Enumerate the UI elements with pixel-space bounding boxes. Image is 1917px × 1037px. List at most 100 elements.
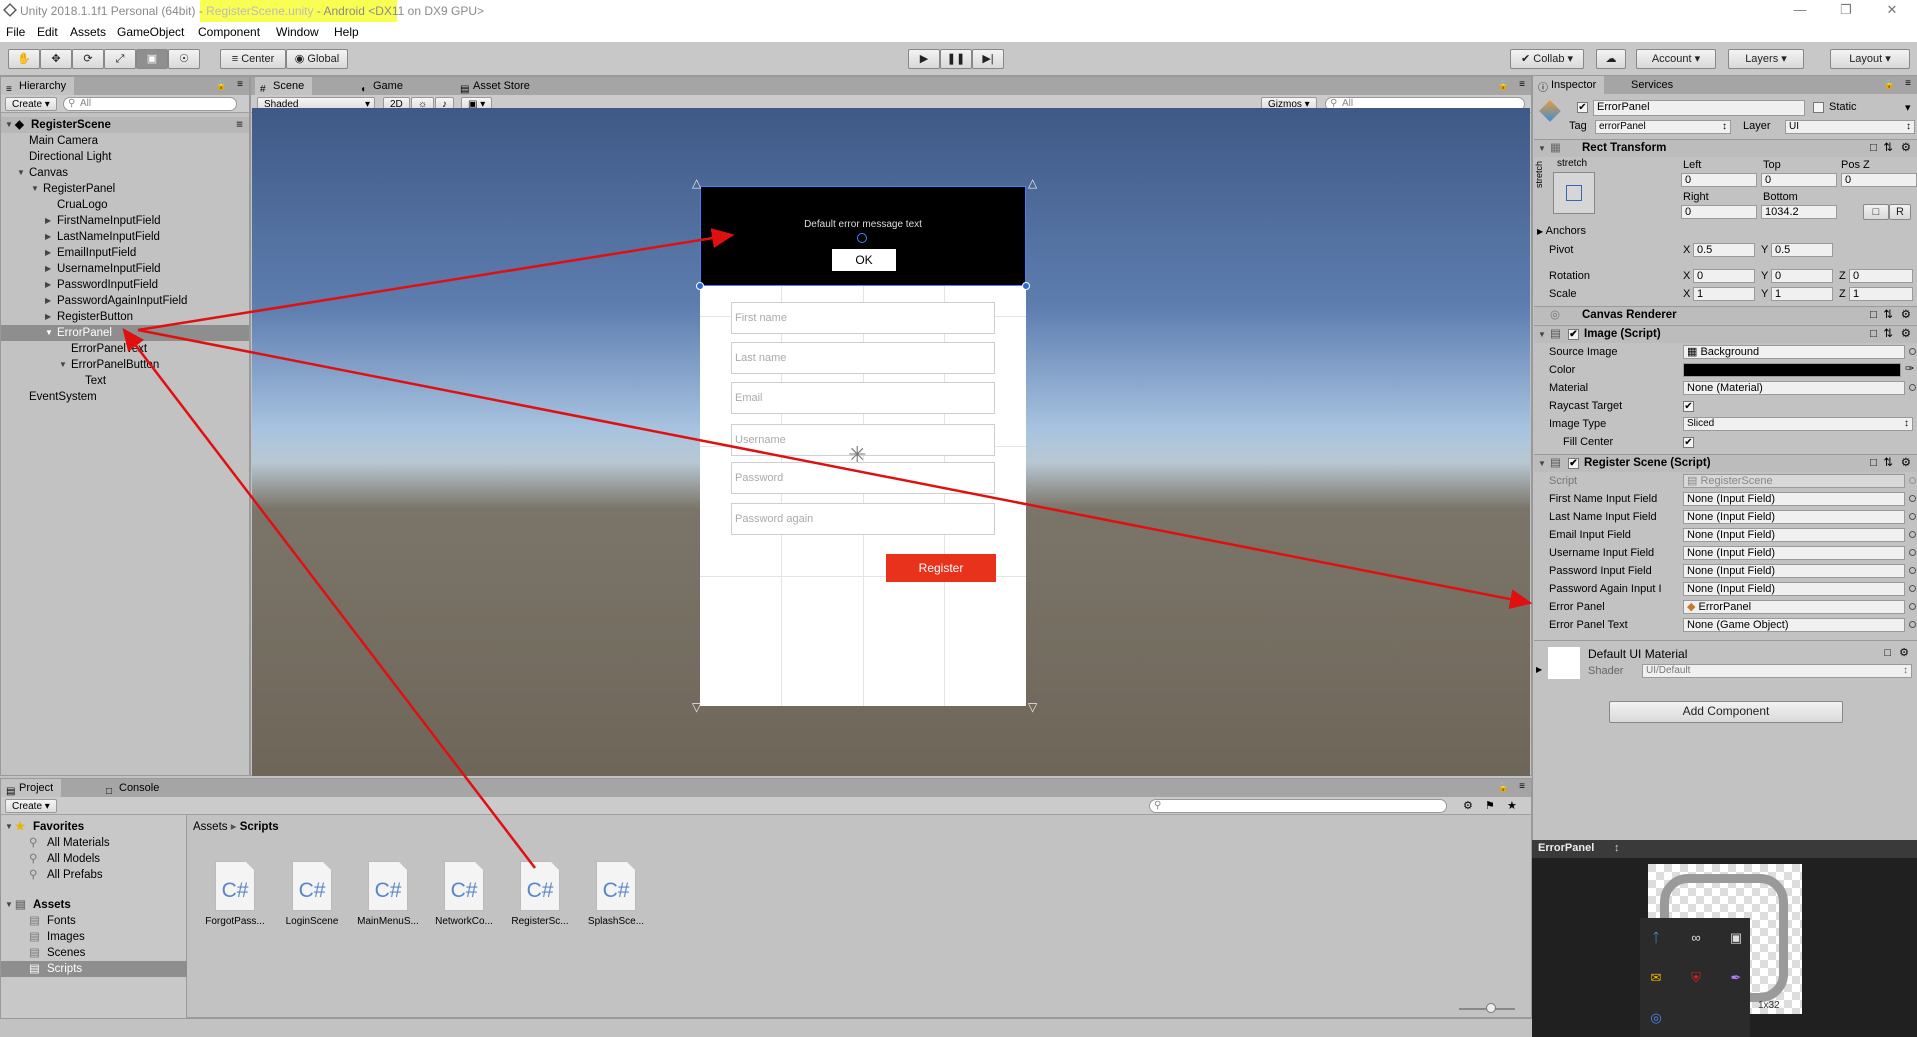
- space-global-toggle[interactable]: ◉ Global: [286, 49, 348, 69]
- menu-assets[interactable]: Assets: [70, 25, 106, 39]
- gear-icon[interactable]: ⚙: [1901, 140, 1911, 157]
- object-picker-icon[interactable]: [1909, 585, 1916, 592]
- rotate-tool-icon[interactable]: ⟳: [72, 49, 104, 69]
- ui-canvas[interactable]: Default error message text OK First name…: [700, 186, 1026, 706]
- hierarchy-item[interactable]: ▶ PasswordAgainInputField: [1, 293, 249, 309]
- expand-triangle-icon[interactable]: ▼: [5, 897, 13, 913]
- left-field[interactable]: 0: [1681, 173, 1757, 187]
- register-script-header[interactable]: ▼ ▤ ✔ Register Scene (Script) □ ⇅ ⚙: [1534, 454, 1917, 472]
- first-name-input[interactable]: First name: [731, 302, 995, 334]
- hierarchy-item[interactable]: Text: [1, 373, 249, 389]
- posz-field[interactable]: 0: [1841, 173, 1917, 187]
- last-name-input[interactable]: Last name: [731, 342, 995, 374]
- source-image-field[interactable]: ▦ Background: [1683, 345, 1905, 359]
- layout-dropdown[interactable]: Layout ▾: [1830, 49, 1910, 69]
- anchor-icon[interactable]: ▽: [692, 700, 701, 714]
- hierarchy-item[interactable]: ErrorPanelText: [1, 341, 249, 357]
- folder-item[interactable]: ▤ Scenes: [1, 945, 187, 961]
- preset-icon[interactable]: ⇅: [1883, 140, 1893, 157]
- transform-tool-icon[interactable]: ☉: [168, 49, 200, 69]
- color-field[interactable]: [1683, 363, 1901, 377]
- email-input[interactable]: Email: [731, 382, 995, 414]
- active-checkbox[interactable]: ✔: [1577, 102, 1588, 113]
- menu-file[interactable]: File: [6, 25, 25, 39]
- collapse-triangle-icon[interactable]: ▶: [45, 309, 51, 325]
- hierarchy-item[interactable]: ▶ FirstNameInputField: [1, 213, 249, 229]
- hierarchy-item[interactable]: ▼ ErrorPanelButton: [1, 357, 249, 373]
- layer-dropdown[interactable]: UI ↕: [1785, 120, 1915, 134]
- favorite-item[interactable]: ⚲ All Materials: [1, 835, 187, 851]
- right-field[interactable]: 0: [1681, 205, 1757, 219]
- pivot-x-field[interactable]: 0.5: [1693, 243, 1755, 257]
- expand-triangle-icon[interactable]: ▼: [45, 325, 53, 341]
- filter-type-icon[interactable]: ⚙: [1463, 799, 1473, 812]
- object-picker-icon[interactable]: [1909, 513, 1916, 520]
- first-name-input-ref[interactable]: None (Input Field): [1683, 492, 1905, 506]
- add-component-button[interactable]: Add Component: [1609, 701, 1843, 723]
- image-enabled-checkbox[interactable]: ✔: [1568, 329, 1579, 340]
- collapse-triangle-icon[interactable]: ▶: [45, 277, 51, 293]
- last-name-input-ref[interactable]: None (Input Field): [1683, 510, 1905, 524]
- help-icon[interactable]: □: [1870, 307, 1877, 324]
- expand-triangle-icon[interactable]: ▼: [5, 117, 13, 133]
- object-picker-icon[interactable]: [1909, 567, 1916, 574]
- scene-menu-icon[interactable]: ≡: [236, 117, 243, 133]
- preset-icon[interactable]: ⇅: [1883, 455, 1893, 472]
- object-picker-icon[interactable]: [1909, 603, 1916, 610]
- hierarchy-item[interactable]: ▼ Canvas: [1, 165, 249, 181]
- tab-scene[interactable]: # Scene: [255, 77, 313, 95]
- error-panel-text-ref[interactable]: None (Game Object): [1683, 618, 1905, 632]
- script-asset[interactable]: C# SplashSce...: [583, 861, 649, 927]
- username-input-ref[interactable]: None (Input Field): [1683, 546, 1905, 560]
- shader-dropdown[interactable]: UI/Default ↕: [1642, 664, 1912, 678]
- rect-handle-icon[interactable]: [1022, 282, 1030, 290]
- static-checkbox[interactable]: [1813, 102, 1824, 113]
- object-picker-icon[interactable]: [1909, 348, 1916, 355]
- preview-header[interactable]: ErrorPanel ↕: [1532, 840, 1917, 858]
- tab-services[interactable]: Services: [1623, 76, 1682, 94]
- move-tool-icon[interactable]: ✥: [40, 49, 72, 69]
- hierarchy-item[interactable]: ▶ LastNameInputField: [1, 229, 249, 245]
- lock-icon[interactable]: 🔒: [1884, 79, 1895, 90]
- collapse-triangle-icon[interactable]: ▶: [45, 229, 51, 245]
- breadcrumb-current[interactable]: Scripts: [240, 821, 279, 833]
- maximize-button[interactable]: ❐: [1831, 2, 1861, 20]
- panel-menu-icon[interactable]: ≡: [1905, 78, 1911, 89]
- object-name-field[interactable]: ErrorPanel: [1593, 100, 1805, 116]
- hierarchy-search-input[interactable]: ⚲ All: [63, 97, 237, 111]
- pivot-handle-icon[interactable]: [857, 233, 867, 243]
- static-dropdown-icon[interactable]: ▾: [1905, 101, 1911, 114]
- collapse-triangle-icon[interactable]: ▶: [45, 245, 51, 261]
- folder-item[interactable]: ▤ Images: [1, 929, 187, 945]
- favorite-item[interactable]: ⚲ All Models: [1, 851, 187, 867]
- cloud-icon[interactable]: ☁: [1596, 49, 1626, 69]
- raycast-checkbox[interactable]: ✔: [1683, 401, 1694, 412]
- object-picker-icon[interactable]: [1909, 384, 1916, 391]
- raw-edit-button[interactable]: R: [1889, 204, 1911, 220]
- rect-transform-header[interactable]: ▼ ▦ Rect Transform □ ⇅ ⚙: [1534, 139, 1917, 157]
- error-panel-ref[interactable]: ◆ ErrorPanel: [1683, 600, 1905, 614]
- script-asset[interactable]: C# NetworkCo...: [431, 861, 497, 927]
- bottom-field[interactable]: 1034.2: [1761, 205, 1837, 219]
- favorite-star-icon[interactable]: ★: [1507, 799, 1517, 812]
- gear-icon[interactable]: ⚙: [1901, 326, 1911, 343]
- script-enabled-checkbox[interactable]: ✔: [1568, 458, 1579, 469]
- help-icon[interactable]: □: [1870, 326, 1877, 343]
- project-create-dropdown[interactable]: Create ▾: [5, 799, 57, 813]
- help-icon[interactable]: □: [1870, 455, 1877, 472]
- help-icon[interactable]: □: [1884, 647, 1891, 659]
- eyedropper-icon[interactable]: ✑: [1905, 362, 1914, 375]
- hierarchy-item[interactable]: ▶ PasswordInputField: [1, 277, 249, 293]
- menu-gameobject[interactable]: GameObject: [117, 25, 184, 39]
- pen-icon[interactable]: ✒: [1728, 970, 1744, 986]
- hierarchy-item[interactable]: Directional Light: [1, 149, 249, 165]
- layers-dropdown[interactable]: Layers ▾: [1728, 49, 1804, 69]
- password-input-ref[interactable]: None (Input Field): [1683, 564, 1905, 578]
- object-picker-icon[interactable]: [1909, 495, 1916, 502]
- script-asset[interactable]: C# ForgotPass...: [202, 861, 268, 927]
- password-again-input-ref[interactable]: None (Input Field): [1683, 582, 1905, 596]
- account-dropdown[interactable]: Account ▾: [1636, 49, 1716, 69]
- pause-button[interactable]: ❚❚: [940, 49, 972, 69]
- scale-z-field[interactable]: 1: [1849, 287, 1913, 301]
- canvas-renderer-header[interactable]: ◎ Canvas Renderer □ ⇅ ⚙: [1534, 306, 1917, 324]
